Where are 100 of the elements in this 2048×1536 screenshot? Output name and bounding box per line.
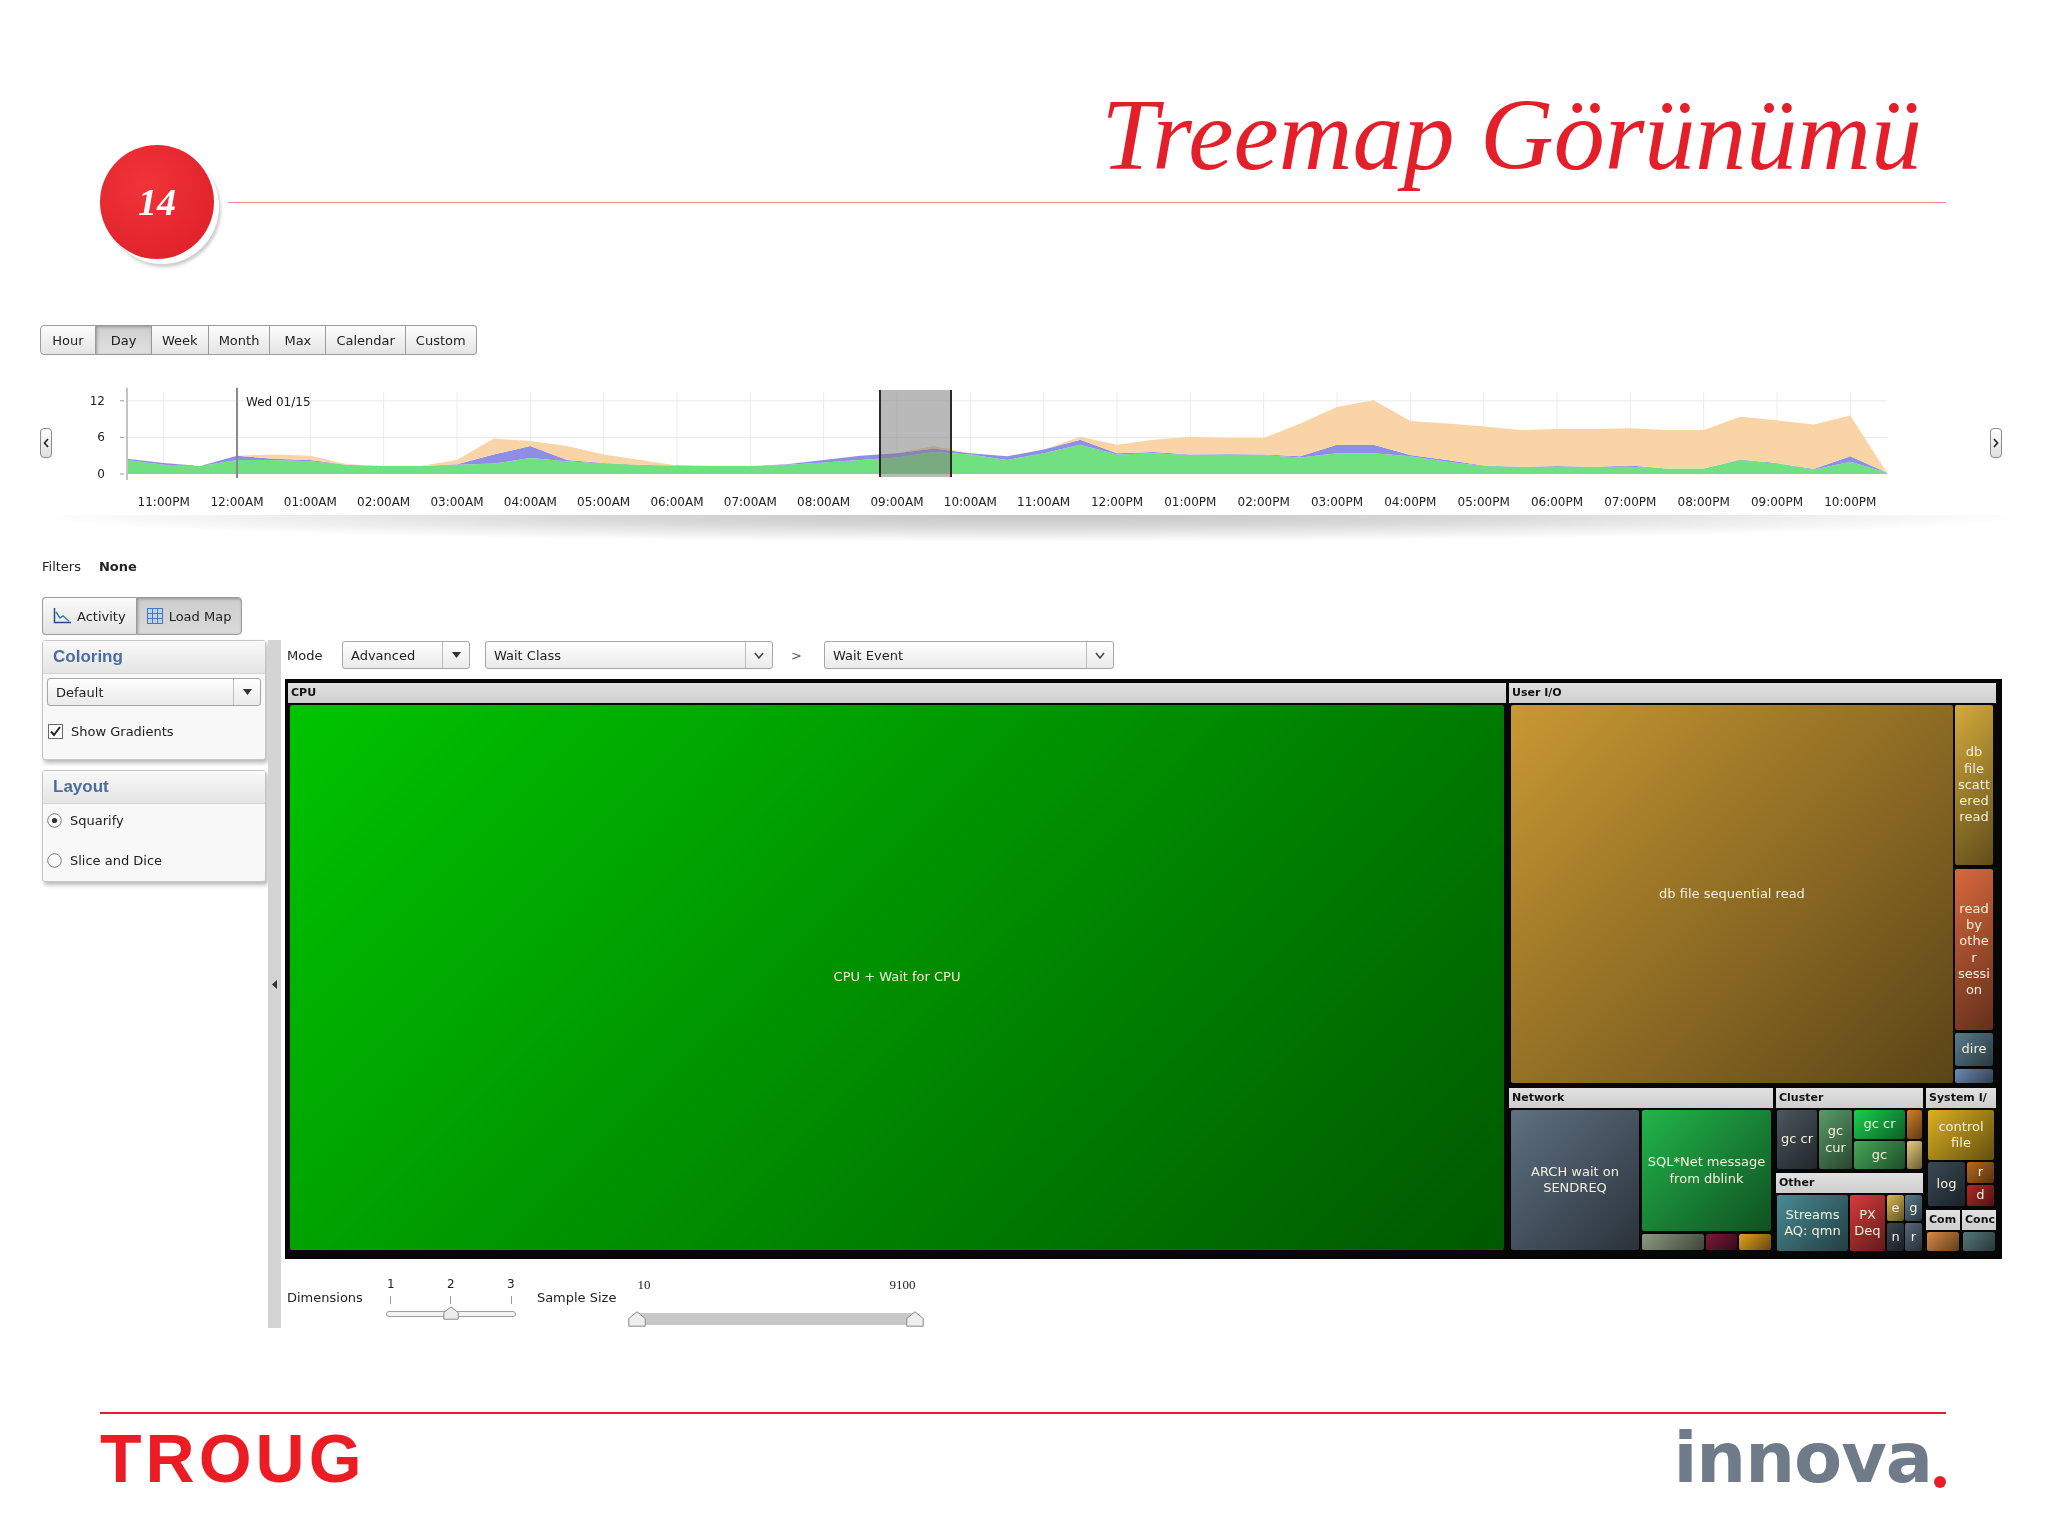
axis-tick-label: 06:00AM — [650, 495, 704, 509]
range-button[interactable]: Hour — [40, 325, 96, 355]
treemap-tile[interactable] — [1963, 1232, 1995, 1251]
tick-mark — [510, 1296, 512, 1304]
treemap-tile[interactable]: r — [1905, 1223, 1922, 1251]
range-button[interactable]: Month — [208, 325, 271, 355]
radio-label: Squarify — [70, 812, 124, 828]
axis-tick-label: 12 — [89, 393, 105, 408]
tick-label: 2 — [446, 1277, 456, 1293]
checkbox[interactable] — [48, 723, 63, 739]
treemap-tile[interactable]: n — [1887, 1223, 1904, 1251]
slider-thumb[interactable] — [442, 1306, 459, 1320]
chevron-down-icon — [1095, 651, 1105, 659]
treemap-tile[interactable]: PX Deq — [1850, 1195, 1885, 1251]
panel-heading: Coloring — [43, 641, 265, 674]
treemap-tile[interactable]: SQL*Net message from dblink — [1642, 1110, 1771, 1231]
mode-dropdown[interactable]: Advanced — [342, 641, 470, 669]
view-tab[interactable]: Activity — [42, 597, 136, 635]
radio-button[interactable] — [47, 812, 62, 828]
treemap-tile[interactable]: read by other session — [1955, 869, 1993, 1030]
treemap-tile[interactable]: control file — [1928, 1110, 1994, 1160]
treemap-tile[interactable] — [1927, 1232, 1959, 1251]
axis-tick-label: 07:00PM — [1604, 495, 1657, 509]
caret-down-icon — [451, 652, 461, 658]
selection-window[interactable] — [878, 390, 953, 477]
axis-tick-label: 02:00PM — [1237, 495, 1290, 509]
group-by-dropdown[interactable]: Wait Class — [485, 641, 773, 669]
breadcrumb-separator: > — [791, 647, 803, 663]
view-tab[interactable]: Load Map — [135, 597, 243, 635]
axis-tick-label: 02:00AM — [357, 495, 411, 509]
slider-label: Sample Size — [536, 1290, 617, 1305]
group-header: Network — [1509, 1088, 1773, 1108]
slider-thumb[interactable] — [628, 1311, 647, 1327]
slide-title: Treemap Görünümü — [1100, 77, 1923, 193]
treemap-tile[interactable] — [1706, 1234, 1737, 1250]
chevron-down-icon — [754, 651, 764, 659]
axis-tick-label: 04:00PM — [1384, 495, 1437, 509]
range-button[interactable]: Week — [152, 325, 209, 355]
group-header: Com — [1926, 1210, 1960, 1230]
treemap-tile[interactable]: g — [1905, 1195, 1922, 1221]
treemap-tile[interactable]: gc cr — [1854, 1110, 1905, 1139]
group-header: Conc — [1962, 1210, 1996, 1230]
range-button[interactable]: Calendar — [326, 325, 406, 355]
axis-tick-label: 6 — [97, 430, 105, 445]
filters-value: None — [98, 558, 137, 574]
treemap-tile[interactable]: dire — [1955, 1033, 1993, 1066]
line-chart-icon — [53, 608, 71, 624]
treemap-tile[interactable]: db file sequential read — [1511, 705, 1953, 1083]
coloring-dropdown[interactable]: Default — [47, 678, 261, 706]
axis-tick-label: 08:00AM — [797, 495, 851, 509]
axis-tick-label: 03:00PM — [1310, 495, 1364, 509]
chevron-right-icon — [1993, 438, 1999, 448]
treemap-tile[interactable]: gc cur — [1819, 1110, 1852, 1169]
treemap-tile[interactable] — [1642, 1234, 1704, 1250]
axis-tick-label: 10:00AM — [943, 495, 997, 509]
treemap-tile[interactable]: gc — [1854, 1141, 1905, 1169]
group-header: Other — [1776, 1173, 1923, 1193]
treemap-tile[interactable]: CPU + Wait for CPU — [290, 705, 1504, 1250]
treemap-tile[interactable]: db file scattered read — [1955, 705, 1993, 865]
treemap-tile[interactable]: log — [1928, 1162, 1965, 1206]
treemap-tile[interactable] — [1907, 1141, 1922, 1169]
group-header: User I/O — [1509, 683, 1996, 703]
axis-tick-label: 01:00PM — [1164, 495, 1217, 509]
axis-tick-label: 08:00PM — [1677, 495, 1730, 509]
radio-label: Slice and Dice — [70, 852, 163, 868]
checkbox-label: Show Gradients — [71, 723, 174, 739]
axis-tick-label: 07:00AM — [723, 495, 777, 509]
scroll-right-button[interactable] — [1990, 428, 2002, 458]
reference-label: Wed 01/15 — [246, 395, 311, 409]
chevron-left-icon — [43, 438, 49, 448]
treemap-tile[interactable]: gc cr — [1777, 1110, 1817, 1169]
treemap-tile[interactable] — [1955, 1069, 1993, 1083]
mode-label: Mode — [287, 647, 324, 663]
axis-tick-label: 05:00AM — [577, 495, 631, 509]
group-header: CPU — [288, 683, 1506, 703]
axis-tick-label: 06:00PM — [1530, 495, 1584, 509]
range-button[interactable]: Day — [96, 325, 152, 355]
axis-tick-label: 05:00PM — [1457, 495, 1510, 509]
axis-tick-label: 0 — [97, 467, 105, 481]
treemap-tile[interactable] — [1907, 1110, 1922, 1139]
detail-dropdown[interactable]: Wait Event — [824, 641, 1114, 669]
treemap-tile[interactable]: Streams AQ: qmn — [1777, 1195, 1848, 1251]
treemap-tile[interactable]: ARCH wait on SENDREQ — [1511, 1110, 1639, 1250]
company-logo: innova — [1673, 1428, 1932, 1488]
range-button[interactable]: Custom — [405, 325, 477, 355]
tick-mark — [389, 1296, 391, 1304]
slider-thumb[interactable] — [906, 1311, 925, 1327]
tick-label: 9100 — [889, 1277, 916, 1293]
tick-label: 10 — [637, 1277, 651, 1293]
group-header: System I/ — [1926, 1088, 1996, 1108]
axis-tick-label: 09:00AM — [870, 495, 924, 509]
axis-tick-label: 09:00PM — [1750, 495, 1804, 509]
radio-button[interactable] — [47, 852, 62, 868]
range-button[interactable]: Max — [270, 325, 327, 355]
treemap-tile[interactable] — [1739, 1234, 1771, 1250]
treemap-tile[interactable]: d — [1967, 1185, 1994, 1206]
scroll-left-button[interactable] — [40, 428, 52, 458]
panel-heading: Layout — [43, 771, 265, 804]
group-header: Cluster — [1776, 1088, 1923, 1108]
treemap-tile[interactable]: r — [1967, 1162, 1994, 1183]
